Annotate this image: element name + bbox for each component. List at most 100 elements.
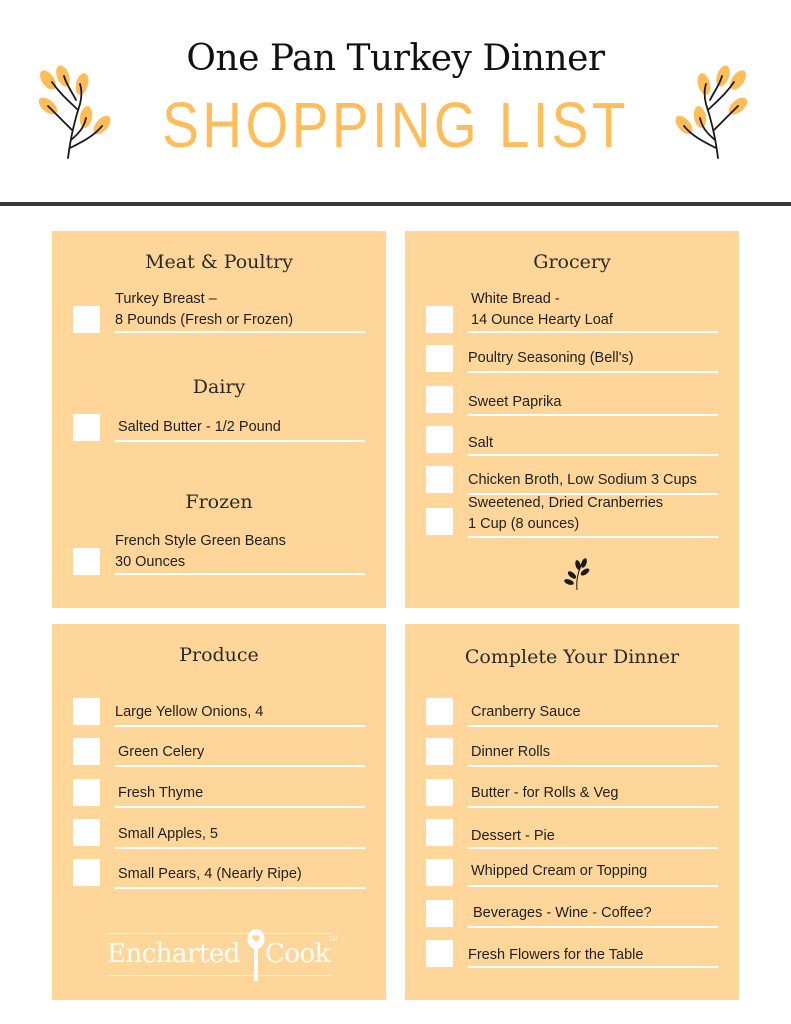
item-label: French Style Green Beans 30 Ounces bbox=[115, 533, 286, 570]
item-label: Fresh Flowers for the Table bbox=[468, 947, 644, 963]
checkbox[interactable] bbox=[73, 548, 100, 575]
item-label: Cranberry Sauce bbox=[471, 704, 581, 720]
item-label: Whipped Cream or Topping bbox=[471, 863, 648, 879]
item-label: Sweet Paprika bbox=[468, 394, 562, 410]
checkbox[interactable] bbox=[426, 466, 453, 493]
item-label: Salted Butter - 1/2 Pound bbox=[118, 419, 281, 435]
page-subtitle: SHOPPING LIST bbox=[162, 89, 629, 161]
checkbox[interactable] bbox=[73, 306, 100, 333]
checkbox[interactable] bbox=[426, 738, 453, 765]
panel-produce: Produce Large Yellow Onions, 4 Green Cel… bbox=[52, 624, 386, 1000]
item-underline bbox=[115, 725, 365, 727]
spoon-heart-icon bbox=[247, 929, 265, 981]
leaf-sprig-icon bbox=[675, 65, 748, 159]
section-title-grocery: Grocery bbox=[533, 251, 611, 273]
list-item: Sweet Paprika bbox=[405, 386, 739, 426]
checkbox[interactable] bbox=[73, 779, 100, 806]
item-label: Turkey Breast – 8 Pounds (Fresh or Froze… bbox=[115, 291, 294, 328]
item-underline bbox=[115, 806, 365, 808]
list-item: Salted Butter - 1/2 Pound bbox=[52, 414, 386, 454]
item-underline bbox=[468, 885, 718, 887]
list-item: Whipped Cream or Topping bbox=[405, 859, 739, 899]
section-title-meat: Meat & Poultry bbox=[145, 251, 293, 273]
checkbox[interactable] bbox=[426, 698, 453, 725]
checkbox[interactable] bbox=[426, 306, 453, 333]
item-label: Large Yellow Onions, 4 bbox=[115, 704, 264, 720]
item-underline bbox=[115, 440, 365, 442]
item-label: Sweetened, Dried Cranberries 1 Cup (8 ou… bbox=[468, 495, 664, 532]
section-title-frozen: Frozen bbox=[185, 491, 253, 513]
section-title-produce: Produce bbox=[179, 644, 259, 666]
item-label: Salt bbox=[468, 435, 493, 451]
logo-text-left: Encharted bbox=[107, 939, 240, 969]
item-underline bbox=[468, 765, 718, 767]
list-item: Small Pears, 4 (Nearly Ripe) bbox=[52, 859, 386, 899]
logo-text-right: Cook bbox=[265, 939, 330, 969]
leaf-sprig-icon bbox=[564, 558, 590, 591]
item-label: Poultry Seasoning (Bell's) bbox=[468, 350, 634, 366]
item-underline bbox=[115, 573, 365, 575]
item-underline bbox=[468, 331, 718, 333]
item-label: Dessert - Pie bbox=[471, 828, 555, 844]
item-underline bbox=[115, 765, 365, 767]
item-label: Butter - for Rolls & Veg bbox=[471, 785, 619, 801]
item-label: Green Celery bbox=[118, 744, 205, 760]
checkbox[interactable] bbox=[73, 859, 100, 886]
list-item: Fresh Thyme bbox=[52, 779, 386, 819]
list-item: Dinner Rolls bbox=[405, 738, 739, 778]
list-item: French Style Green Beans 30 Ounces bbox=[52, 531, 386, 575]
panel-complete-dinner: Complete Your Dinner Cranberry Sauce Din… bbox=[405, 624, 739, 1000]
item-underline bbox=[115, 331, 365, 333]
checkbox[interactable] bbox=[426, 426, 453, 453]
trademark: TM bbox=[329, 937, 338, 943]
list-item: Cranberry Sauce bbox=[405, 698, 739, 738]
item-underline bbox=[468, 806, 718, 808]
checkbox[interactable] bbox=[426, 779, 453, 806]
checkbox[interactable] bbox=[426, 859, 453, 886]
list-item: Beverages - Wine - Coffee? bbox=[405, 900, 739, 940]
checkbox[interactable] bbox=[426, 345, 453, 372]
header-divider bbox=[0, 202, 791, 206]
panel-meat-dairy-frozen: Meat & Poultry Turkey Breast – 8 Pounds … bbox=[52, 231, 386, 608]
item-underline bbox=[468, 536, 718, 538]
brand-logo: Encharted Cook TM bbox=[107, 929, 338, 985]
item-label: Fresh Thyme bbox=[118, 785, 204, 801]
item-underline bbox=[115, 847, 365, 849]
item-label: Small Apples, 5 bbox=[118, 826, 218, 842]
panel-grocery: Grocery White Bread - 14 Ounce Hearty Lo… bbox=[405, 231, 739, 608]
checkbox[interactable] bbox=[426, 819, 453, 846]
checkbox[interactable] bbox=[73, 698, 100, 725]
item-label: White Bread - 14 Ounce Hearty Loaf bbox=[471, 291, 613, 328]
list-item: Turkey Breast – 8 Pounds (Fresh or Froze… bbox=[52, 289, 386, 333]
item-underline bbox=[468, 371, 718, 373]
item-label: Beverages - Wine - Coffee? bbox=[473, 905, 652, 921]
item-underline bbox=[468, 725, 718, 727]
list-item: Poultry Seasoning (Bell's) bbox=[405, 345, 739, 385]
list-item: Sweetened, Dried Cranberries 1 Cup (8 ou… bbox=[405, 493, 739, 538]
item-underline bbox=[468, 454, 718, 456]
checkbox[interactable] bbox=[426, 940, 453, 967]
section-title-complete: Complete Your Dinner bbox=[464, 646, 680, 668]
section-title-dairy: Dairy bbox=[192, 376, 246, 398]
list-item: Green Celery bbox=[52, 738, 386, 778]
list-item: Small Apples, 5 bbox=[52, 819, 386, 859]
item-underline bbox=[468, 966, 718, 968]
checkbox[interactable] bbox=[73, 414, 100, 441]
checkbox[interactable] bbox=[426, 386, 453, 413]
list-item: White Bread - 14 Ounce Hearty Loaf bbox=[405, 289, 739, 333]
checkbox[interactable] bbox=[426, 900, 453, 927]
list-item: Fresh Flowers for the Table bbox=[405, 940, 739, 980]
item-label: Chicken Broth, Low Sodium 3 Cups bbox=[468, 472, 697, 488]
list-item: Dessert - Pie bbox=[405, 819, 739, 859]
item-underline bbox=[468, 847, 718, 849]
checkbox[interactable] bbox=[426, 508, 453, 535]
item-underline bbox=[115, 887, 365, 889]
item-label: Small Pears, 4 (Nearly Ripe) bbox=[118, 866, 302, 882]
list-item: Butter - for Rolls & Veg bbox=[405, 779, 739, 819]
item-underline bbox=[468, 414, 718, 416]
list-item: Large Yellow Onions, 4 bbox=[52, 698, 386, 738]
checkbox[interactable] bbox=[73, 738, 100, 765]
list-item: Salt bbox=[405, 426, 739, 466]
checkbox[interactable] bbox=[73, 819, 100, 846]
item-underline bbox=[468, 926, 718, 928]
